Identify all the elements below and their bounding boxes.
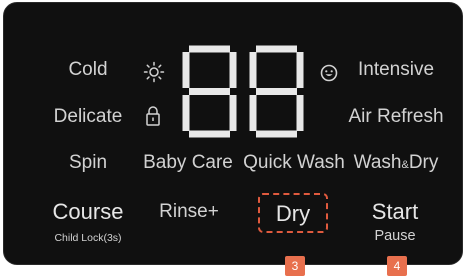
intensive-button[interactable]: Intensive xyxy=(358,60,434,79)
rinse-plus-button[interactable]: Rinse+ xyxy=(159,202,219,221)
wash-and-dry-label-wash: Wash xyxy=(353,152,402,173)
child-lock-label: Child Lock(3s) xyxy=(54,232,122,244)
quick-wash-button[interactable]: Quick Wash xyxy=(243,153,345,172)
spin-button[interactable]: Spin xyxy=(69,153,107,172)
marker-4-badge: 4 xyxy=(387,256,407,276)
delicate-button[interactable]: Delicate xyxy=(54,107,123,126)
smile-icon xyxy=(320,64,338,82)
baby-care-button[interactable]: Baby Care xyxy=(143,153,233,172)
wash-and-dry-label-dry: Dry xyxy=(408,152,439,173)
sun-icon xyxy=(143,61,165,83)
lock-icon xyxy=(146,106,160,126)
pause-label: Pause xyxy=(374,228,416,244)
air-refresh-button[interactable]: Air Refresh xyxy=(348,107,443,126)
cold-button[interactable]: Cold xyxy=(68,60,107,79)
wash-and-dry-button[interactable]: Wash&Dry xyxy=(354,153,439,172)
dry-button[interactable]: Dry xyxy=(276,203,310,225)
start-button[interactable]: Start xyxy=(372,201,418,223)
course-button[interactable]: Course xyxy=(53,201,124,223)
seven-segment-display xyxy=(182,45,304,138)
marker-3-badge: 3 xyxy=(285,256,305,276)
